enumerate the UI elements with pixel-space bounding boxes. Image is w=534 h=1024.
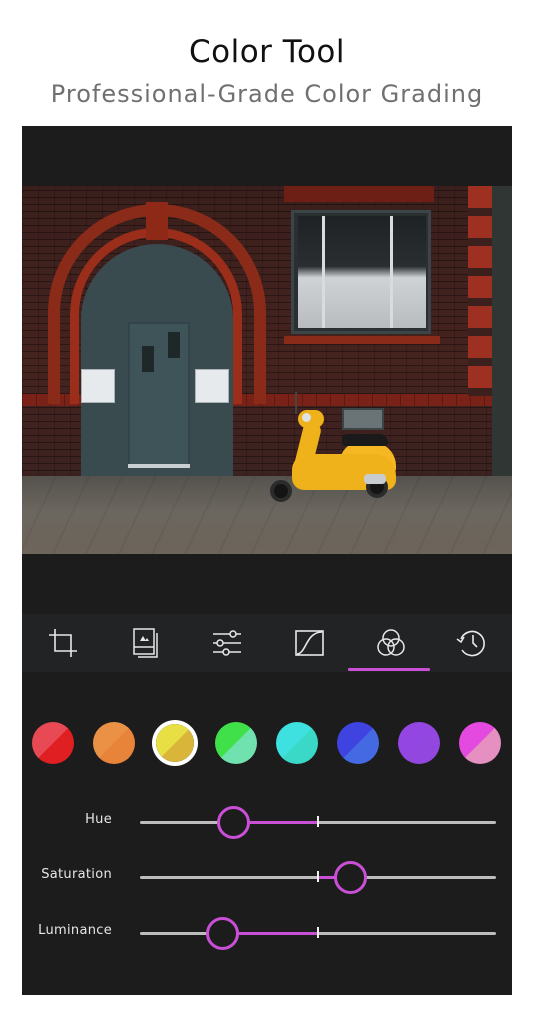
tool-curves[interactable] [268, 614, 350, 672]
wall-top-band [284, 186, 434, 202]
slider-track[interactable] [140, 917, 496, 950]
slider-center-tick [317, 927, 319, 938]
slider-knob[interactable] [334, 861, 368, 894]
app-screen: Hue Saturation Luminance [22, 126, 512, 995]
swatch-blue[interactable] [337, 722, 379, 764]
door-sill [128, 464, 190, 468]
color-circles-icon [377, 629, 405, 656]
curve-icon [295, 630, 324, 656]
window-mullion [322, 216, 325, 328]
swatch-red[interactable] [32, 722, 74, 764]
photo-stack-icon [133, 628, 158, 658]
slider-center-tick [317, 871, 319, 882]
arch-keystone [146, 202, 168, 240]
mailbox [81, 369, 115, 403]
sidewalk [22, 476, 512, 554]
swatch-aqua[interactable] [276, 722, 318, 764]
tool-history[interactable] [430, 614, 512, 672]
color-swatches [22, 722, 512, 766]
tool-crop[interactable] [22, 614, 104, 672]
scooter-engine [364, 474, 386, 484]
window-mullion [390, 216, 393, 328]
slider-label: Hue [85, 812, 112, 827]
slider-track[interactable] [140, 861, 496, 894]
scooter-mirror [295, 392, 297, 414]
scooter-seat [342, 434, 388, 446]
slider-hue: Hue [22, 802, 512, 842]
slider-luminance: Luminance [22, 913, 512, 953]
scooter-wheel [270, 480, 292, 502]
swatch-orange[interactable] [93, 722, 135, 764]
crop-icon [49, 629, 77, 657]
door-window [142, 346, 154, 372]
swatch-yellow[interactable] [156, 724, 194, 762]
active-tool-indicator [348, 668, 430, 671]
slider-knob[interactable] [205, 917, 239, 950]
history-icon [456, 630, 485, 657]
window-glass [298, 216, 426, 328]
wall-vent [342, 408, 384, 430]
right-pillar [492, 186, 512, 478]
mailbox [195, 369, 229, 403]
promo-title: Color Tool [188, 34, 345, 70]
swatch-purple[interactable] [398, 722, 440, 764]
sliders-icon [213, 630, 241, 656]
window-sill [284, 336, 440, 344]
door [128, 322, 190, 468]
tool-color[interactable] [350, 614, 432, 672]
slider-label: Saturation [41, 867, 112, 882]
door-window [168, 332, 180, 358]
tool-bar [22, 614, 512, 672]
tool-adjust[interactable] [186, 614, 268, 672]
promo-subtitle: Professional-Grade Color Grading [50, 80, 484, 108]
swatch-green[interactable] [215, 722, 257, 764]
wall-quoins [468, 186, 494, 396]
slider-knob[interactable] [216, 806, 250, 839]
swatch-magenta[interactable] [459, 722, 501, 764]
slider-track[interactable] [140, 806, 496, 839]
slider-center-tick [317, 816, 319, 827]
slider-saturation: Saturation [22, 857, 512, 897]
tool-presets[interactable] [104, 614, 186, 672]
slider-label: Luminance [38, 923, 112, 938]
scooter-headlight [302, 413, 311, 422]
photo-preview[interactable] [22, 186, 512, 554]
